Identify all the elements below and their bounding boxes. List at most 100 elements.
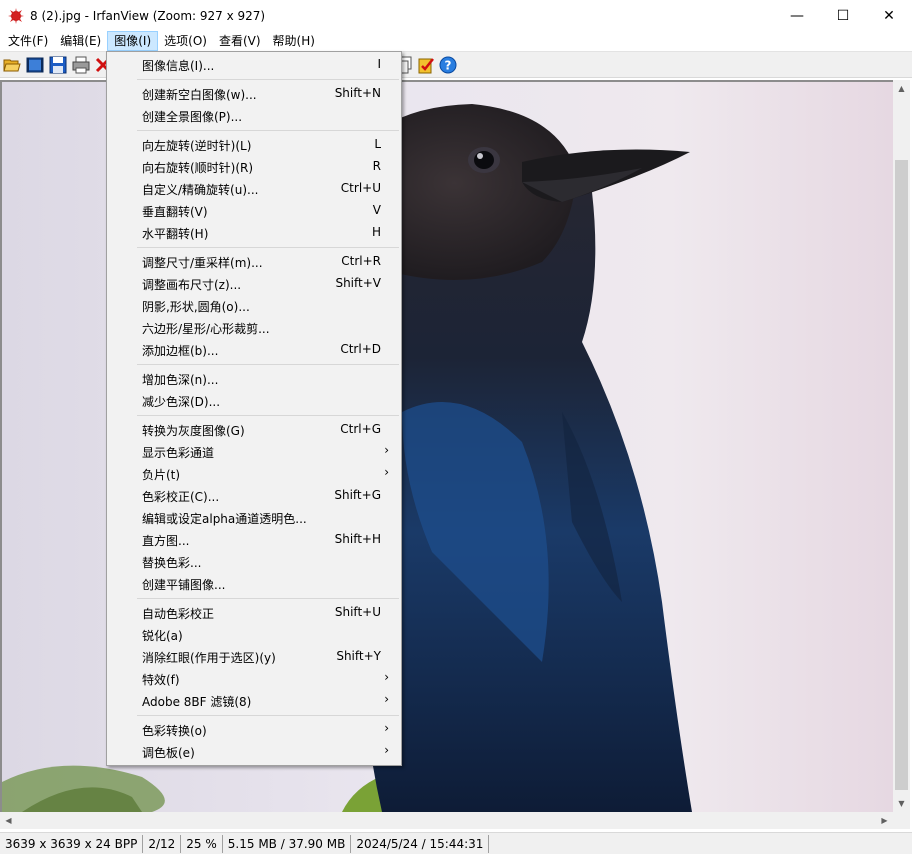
image-menu-item[interactable]: 替换色彩... bbox=[109, 551, 399, 573]
menu-separator bbox=[137, 79, 399, 80]
image-menu-item[interactable]: 添加边框(b)... Ctrl+D bbox=[109, 339, 399, 361]
image-menu-item[interactable]: 色彩校正(C)... Shift+G bbox=[109, 485, 399, 507]
image-menu-item[interactable]: 调整尺寸/重采样(m)... Ctrl+R bbox=[109, 251, 399, 273]
menu-item-label: 向右旋转(顺时针)(R) bbox=[142, 161, 254, 175]
status-datetime: 2024/5/24 / 15:44:31 bbox=[351, 834, 490, 853]
window-title: 8 (2).jpg - IrfanView (Zoom: 927 x 927) bbox=[30, 8, 266, 23]
image-menu-item[interactable]: 六边形/星形/心形裁剪... bbox=[109, 317, 399, 339]
image-menu-item[interactable]: 消除红眼(作用于选区)(y) Shift+Y bbox=[109, 646, 399, 668]
minimize-button[interactable]: — bbox=[774, 0, 820, 31]
status-index: 2/12 bbox=[143, 834, 182, 853]
submenu-arrow-icon: › bbox=[384, 743, 389, 757]
menu-item-shortcut: R bbox=[372, 159, 381, 173]
image-menu-item[interactable]: 创建平铺图像... bbox=[109, 573, 399, 595]
menu-edit[interactable]: 编辑(E) bbox=[54, 31, 107, 51]
menu-item-label: 消除红眼(作用于选区)(y) bbox=[142, 651, 276, 665]
image-menu-item[interactable]: 创建新空白图像(w)... Shift+N bbox=[109, 83, 399, 105]
checklist-icon[interactable] bbox=[417, 56, 435, 74]
menu-separator bbox=[137, 130, 399, 131]
menu-item-shortcut: Ctrl+R bbox=[341, 254, 381, 268]
menu-item-label: 调整画布尺寸(z)... bbox=[142, 278, 242, 292]
menu-item-label: 阴影,形状,圆角(o)... bbox=[142, 300, 250, 314]
menu-bar: 文件(F) 编辑(E) 图像(I) 选项(O) 查看(V) 帮助(H) bbox=[0, 31, 912, 51]
menu-item-label: 自定义/精确旋转(u)... bbox=[142, 183, 259, 197]
open-folder-icon[interactable] bbox=[3, 56, 21, 74]
maximize-button[interactable]: ☐ bbox=[820, 0, 866, 31]
menu-item-label: 水平翻转(H) bbox=[142, 227, 209, 241]
menu-item-label: 锐化(a) bbox=[142, 629, 183, 643]
vertical-scrollbar[interactable]: ▲ ▼ bbox=[893, 80, 910, 812]
status-dimensions: 3639 x 3639 x 24 BPP bbox=[0, 834, 144, 853]
status-filesize: 5.15 MB / 37.90 MB bbox=[223, 834, 352, 853]
menu-item-shortcut: V bbox=[372, 203, 381, 217]
menu-item-shortcut: Shift+G bbox=[334, 488, 381, 502]
image-menu-dropdown: 图像信息(I)... I 创建新空白图像(w)... Shift+N 创建全景图像(P)… bbox=[106, 51, 402, 766]
menu-item-label: 显示色彩通道 bbox=[142, 446, 215, 460]
image-menu-item[interactable]: 编辑或设定alpha通道透明色... bbox=[109, 507, 399, 529]
image-menu-item[interactable]: 直方图... Shift+H bbox=[109, 529, 399, 551]
menu-item-label: 向左旋转(逆时针)(L) bbox=[142, 139, 252, 153]
menu-item-shortcut: Ctrl+D bbox=[340, 342, 381, 356]
menu-item-shortcut: Shift+H bbox=[334, 532, 381, 546]
menu-item-label: 添加边框(b)... bbox=[142, 344, 219, 358]
menu-item-label: 调色板(e) bbox=[142, 746, 195, 760]
menu-image[interactable]: 图像(I) bbox=[107, 31, 159, 51]
image-menu-item[interactable]: 调整画布尺寸(z)... Shift+V bbox=[109, 273, 399, 295]
menu-separator bbox=[137, 247, 399, 248]
menu-item-shortcut: L bbox=[374, 137, 381, 151]
image-menu-item[interactable]: 调色板(e) › bbox=[109, 741, 399, 763]
image-menu-item[interactable]: 显示色彩通道 › bbox=[109, 441, 399, 463]
submenu-arrow-icon: › bbox=[384, 465, 389, 479]
menu-item-label: 创建平铺图像... bbox=[142, 578, 226, 592]
scroll-down-icon[interactable]: ▼ bbox=[893, 795, 910, 812]
scroll-left-icon[interactable]: ◀ bbox=[0, 812, 17, 829]
image-menu-item[interactable]: 图像信息(I)... I bbox=[109, 54, 399, 76]
image-menu-item[interactable]: 负片(t) › bbox=[109, 463, 399, 485]
scrollbar-corner bbox=[893, 812, 910, 829]
menu-options[interactable]: 选项(O) bbox=[158, 31, 213, 51]
menu-item-label: 创建新空白图像(w)... bbox=[142, 88, 257, 102]
save-icon[interactable] bbox=[49, 56, 67, 74]
horizontal-scrollbar[interactable]: ◀ ▶ bbox=[0, 812, 893, 829]
vertical-scroll-thumb[interactable] bbox=[895, 160, 908, 790]
menu-item-label: 六边形/星形/心形裁剪... bbox=[142, 322, 270, 336]
image-menu-item[interactable]: 增加色深(n)... bbox=[109, 368, 399, 390]
image-menu-item[interactable]: 减少色深(D)... bbox=[109, 390, 399, 412]
menu-item-label: 转换为灰度图像(G) bbox=[142, 424, 245, 438]
menu-separator bbox=[137, 715, 399, 716]
menu-help[interactable]: 帮助(H) bbox=[267, 31, 321, 51]
image-menu-item[interactable]: 创建全景图像(P)... bbox=[109, 105, 399, 127]
image-menu-item[interactable]: 色彩转换(o) › bbox=[109, 719, 399, 741]
menu-file[interactable]: 文件(F) bbox=[2, 31, 54, 51]
menu-item-label: 增加色深(n)... bbox=[142, 373, 219, 387]
image-menu-item[interactable]: 阴影,形状,圆角(o)... bbox=[109, 295, 399, 317]
thumbnails-icon[interactable] bbox=[26, 56, 44, 74]
image-menu-item[interactable]: 转换为灰度图像(G) Ctrl+G bbox=[109, 419, 399, 441]
irfanview-app-icon[interactable] bbox=[8, 7, 24, 24]
print-icon[interactable] bbox=[72, 56, 90, 74]
image-menu-item[interactable]: 垂直翻转(V) V bbox=[109, 200, 399, 222]
status-zoom: 25 % bbox=[181, 834, 223, 853]
menu-item-label: 替换色彩... bbox=[142, 556, 202, 570]
status-bar: 3639 x 3639 x 24 BPP 2/12 25 % 5.15 MB /… bbox=[0, 832, 912, 854]
image-menu-item[interactable]: 向右旋转(顺时针)(R) R bbox=[109, 156, 399, 178]
image-menu-item[interactable]: 水平翻转(H) H bbox=[109, 222, 399, 244]
image-menu-item[interactable]: 向左旋转(逆时针)(L) L bbox=[109, 134, 399, 156]
menu-item-shortcut: Shift+V bbox=[335, 276, 381, 290]
image-menu-item[interactable]: 特效(f) › bbox=[109, 668, 399, 690]
scroll-up-icon[interactable]: ▲ bbox=[893, 80, 910, 97]
image-menu-item[interactable]: 自动色彩校正 Shift+U bbox=[109, 602, 399, 624]
menu-item-shortcut: Shift+U bbox=[334, 605, 381, 619]
menu-item-shortcut: Shift+Y bbox=[336, 649, 381, 663]
menu-view[interactable]: 查看(V) bbox=[213, 31, 267, 51]
submenu-arrow-icon: › bbox=[384, 692, 389, 706]
close-button[interactable]: ✕ bbox=[866, 0, 912, 31]
menu-item-label: 图像信息(I)... bbox=[142, 59, 215, 73]
image-menu-item[interactable]: 锐化(a) bbox=[109, 624, 399, 646]
image-menu-item[interactable]: 自定义/精确旋转(u)... Ctrl+U bbox=[109, 178, 399, 200]
scroll-right-icon[interactable]: ▶ bbox=[876, 812, 893, 829]
menu-item-label: Adobe 8BF 滤镜(8) bbox=[142, 695, 252, 709]
help-icon[interactable]: ? bbox=[439, 56, 457, 74]
image-menu-item[interactable]: Adobe 8BF 滤镜(8) › bbox=[109, 690, 399, 712]
submenu-arrow-icon: › bbox=[384, 670, 389, 684]
